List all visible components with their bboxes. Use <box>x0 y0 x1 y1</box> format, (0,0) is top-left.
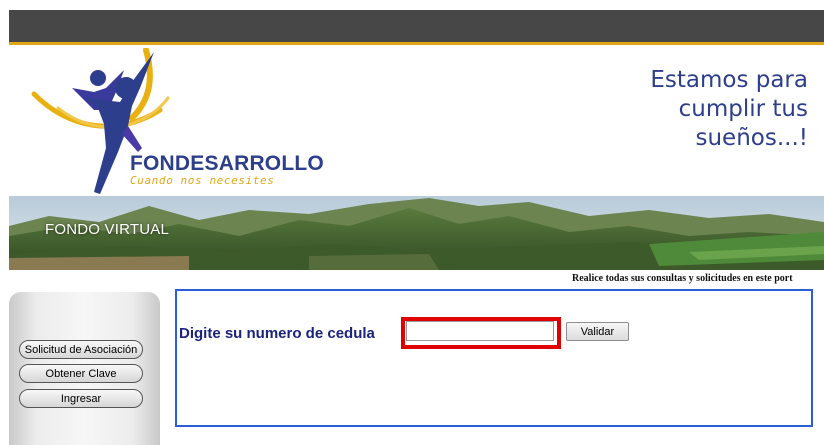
top-accent-line <box>9 42 824 45</box>
ingresar-button[interactable]: Ingresar <box>19 389 143 408</box>
cedula-input[interactable] <box>406 321 554 341</box>
portal-tagline: Realice todas sus consultas y solicitude… <box>572 273 793 284</box>
landscape-banner: FONDO VIRTUAL <box>9 196 824 270</box>
cedula-label: Digite su numero de cedula <box>179 325 375 342</box>
solicitud-asociacion-button[interactable]: Solicitud de Asociación <box>19 340 143 359</box>
obtener-clave-button[interactable]: Obtener Clave <box>19 364 143 383</box>
brand-name: FONDESARROLLO <box>130 152 324 175</box>
slogan-line-2: cumplir tus <box>678 96 808 122</box>
validar-button[interactable]: Validar <box>566 322 629 341</box>
slogan-line-3: sueños...! <box>695 125 809 151</box>
brand-subtitle: Cuando nos necesites <box>130 174 275 187</box>
top-bar <box>9 10 824 42</box>
slogan: Estamos para cumplir tus sueños...! <box>548 66 808 153</box>
slogan-line-1: Estamos para <box>650 67 808 93</box>
banner-label: FONDO VIRTUAL <box>45 221 170 238</box>
cedula-form-panel <box>175 289 813 427</box>
